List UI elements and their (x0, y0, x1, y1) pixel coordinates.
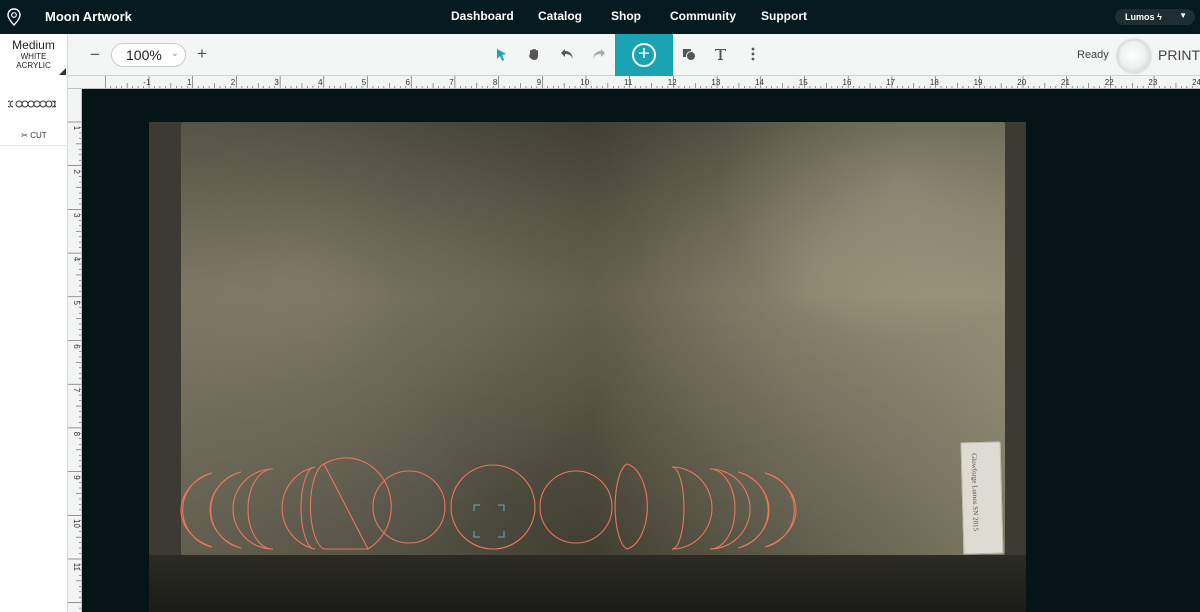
ruler-label: 1 (187, 78, 192, 87)
nav-shop[interactable]: Shop (611, 9, 641, 23)
moon-crescent-5[interactable] (737, 471, 770, 549)
zoom-value: 100% (126, 47, 162, 63)
material-selector[interactable]: Medium WHITE ACRYLIC (0, 34, 68, 76)
ruler-label: 10 (580, 78, 589, 87)
operation-row[interactable]: ✂ CUT (0, 126, 68, 146)
redo-icon[interactable] (592, 48, 606, 60)
ruler-label: 3 (72, 213, 81, 218)
ruler-label: 17 (886, 78, 895, 87)
more-icon[interactable] (750, 47, 756, 61)
ruler-label: 5 (362, 78, 367, 87)
ruler-ticks-vertical: 1 2 3 4 5 6 7 8 9 10 11 (68, 121, 81, 609)
ruler-label: 23 (1148, 78, 1157, 87)
ruler-vertical: 1 2 3 4 5 6 7 8 9 10 11 (68, 89, 82, 612)
moon-crescent-6[interactable] (764, 472, 797, 548)
ruler-label: 9 (537, 78, 542, 87)
ruler-label: 15 (799, 78, 808, 87)
ruler-label: 4 (72, 257, 81, 262)
hand-icon[interactable] (528, 47, 541, 61)
lightning-icon: ϟ (1157, 12, 1162, 22)
ruler-label: 19 (974, 78, 983, 87)
ruler-label: 8 (493, 78, 498, 87)
ruler-label: 18 (930, 78, 939, 87)
ruler-label: 4 (318, 78, 323, 87)
bed-canvas[interactable]: Glowforge Lumos SN 2015 (82, 89, 1200, 612)
ruler-label: 2 (231, 78, 236, 87)
ruler-label: 22 (1105, 78, 1114, 87)
moon-half-1[interactable] (309, 457, 392, 550)
corner-arrow-icon (59, 68, 66, 75)
ruler-label: 11 (72, 563, 81, 572)
user-menu[interactable]: Lumos ϟ ▼ (1115, 9, 1195, 25)
user-name: Lumos (1125, 12, 1155, 22)
material-type: ACRYLIC (16, 61, 51, 70)
ruler-label: 1 (72, 126, 81, 131)
moon-crescent-2[interactable] (209, 471, 242, 549)
moon-half-2[interactable] (614, 463, 648, 550)
undo-icon[interactable] (560, 48, 574, 60)
moon-crescent-1[interactable] (180, 472, 213, 548)
zoom-select[interactable]: 100% ⌄ (111, 43, 186, 67)
ruler-horizontal: -1 1 2 3 4 5 6 7 8 9 10 11 12 13 14 15 16 17 18 19 20 21 22 23 2… (68, 76, 1200, 89)
status-text: Ready (1077, 49, 1109, 61)
add-icon: + (632, 43, 656, 67)
print-label[interactable]: PRINT (1158, 47, 1200, 63)
ruler-label: 2 (72, 169, 81, 174)
moon-crescent-3[interactable] (232, 468, 274, 550)
chevron-down-icon: ▼ (1179, 11, 1187, 20)
chevron-down-icon: ⌄ (170, 48, 179, 59)
design-thumbnail[interactable] (8, 100, 56, 108)
ruler-label: 14 (755, 78, 764, 87)
ruler-label: 21 (1061, 78, 1070, 87)
pointer-icon[interactable] (496, 48, 508, 62)
ruler-label: 6 (72, 344, 81, 349)
zoom-out-button[interactable]: − (88, 45, 102, 65)
ruler-label: 13 (711, 78, 720, 87)
moon-phase-cut-paths[interactable] (82, 89, 1200, 612)
ruler-label: 6 (406, 78, 411, 87)
design-title[interactable]: Moon Artwork (45, 9, 132, 24)
ruler-label: 7 (449, 78, 454, 87)
nav-support[interactable]: Support (761, 9, 807, 23)
top-nav: Moon Artwork Dashboard Catalog Shop Comm… (0, 0, 1200, 34)
ruler-label: 3 (274, 78, 279, 87)
left-panel: ✂ CUT (0, 76, 68, 612)
cut-icon: ✂ (21, 131, 28, 140)
moon-crescent-4[interactable] (709, 468, 751, 550)
material-color: WHITE (20, 52, 47, 61)
ruler-label: 8 (72, 432, 81, 437)
ruler-label: 11 (624, 78, 633, 87)
material-thickness: Medium (12, 38, 55, 52)
text-icon[interactable] (714, 47, 727, 61)
ruler-label: 9 (72, 475, 81, 480)
moon-gibbous-2[interactable] (671, 466, 713, 550)
glowforge-logo-icon[interactable] (7, 8, 21, 26)
nav-community[interactable]: Community (670, 9, 736, 23)
ruler-label: 7 (72, 388, 81, 393)
ruler-label: 5 (72, 301, 81, 306)
zoom-in-button[interactable]: + (195, 44, 209, 64)
shapes-icon[interactable] (682, 48, 696, 61)
ruler-label: 10 (72, 519, 81, 528)
moon-full-3[interactable] (539, 470, 613, 544)
ruler-label: 20 (1017, 78, 1026, 87)
ruler-label: -1 (143, 78, 151, 87)
add-artwork-button[interactable]: + (615, 34, 673, 76)
operation-label: CUT (30, 131, 47, 140)
ruler-label: 16 (843, 78, 852, 87)
nav-dashboard[interactable]: Dashboard (451, 9, 514, 23)
selection-handles[interactable] (473, 504, 505, 538)
moon-full-1[interactable] (372, 470, 446, 544)
ruler-label: 12 (668, 78, 677, 87)
ruler-label: 24 (1192, 78, 1200, 87)
print-button[interactable] (1116, 38, 1152, 74)
ruler-ticks-horizontal: -1 1 2 3 4 5 6 7 8 9 10 11 12 13 14 15 16 17 18 19 20 21 22 23 2… (104, 76, 1200, 88)
nav-catalog[interactable]: Catalog (538, 9, 582, 23)
